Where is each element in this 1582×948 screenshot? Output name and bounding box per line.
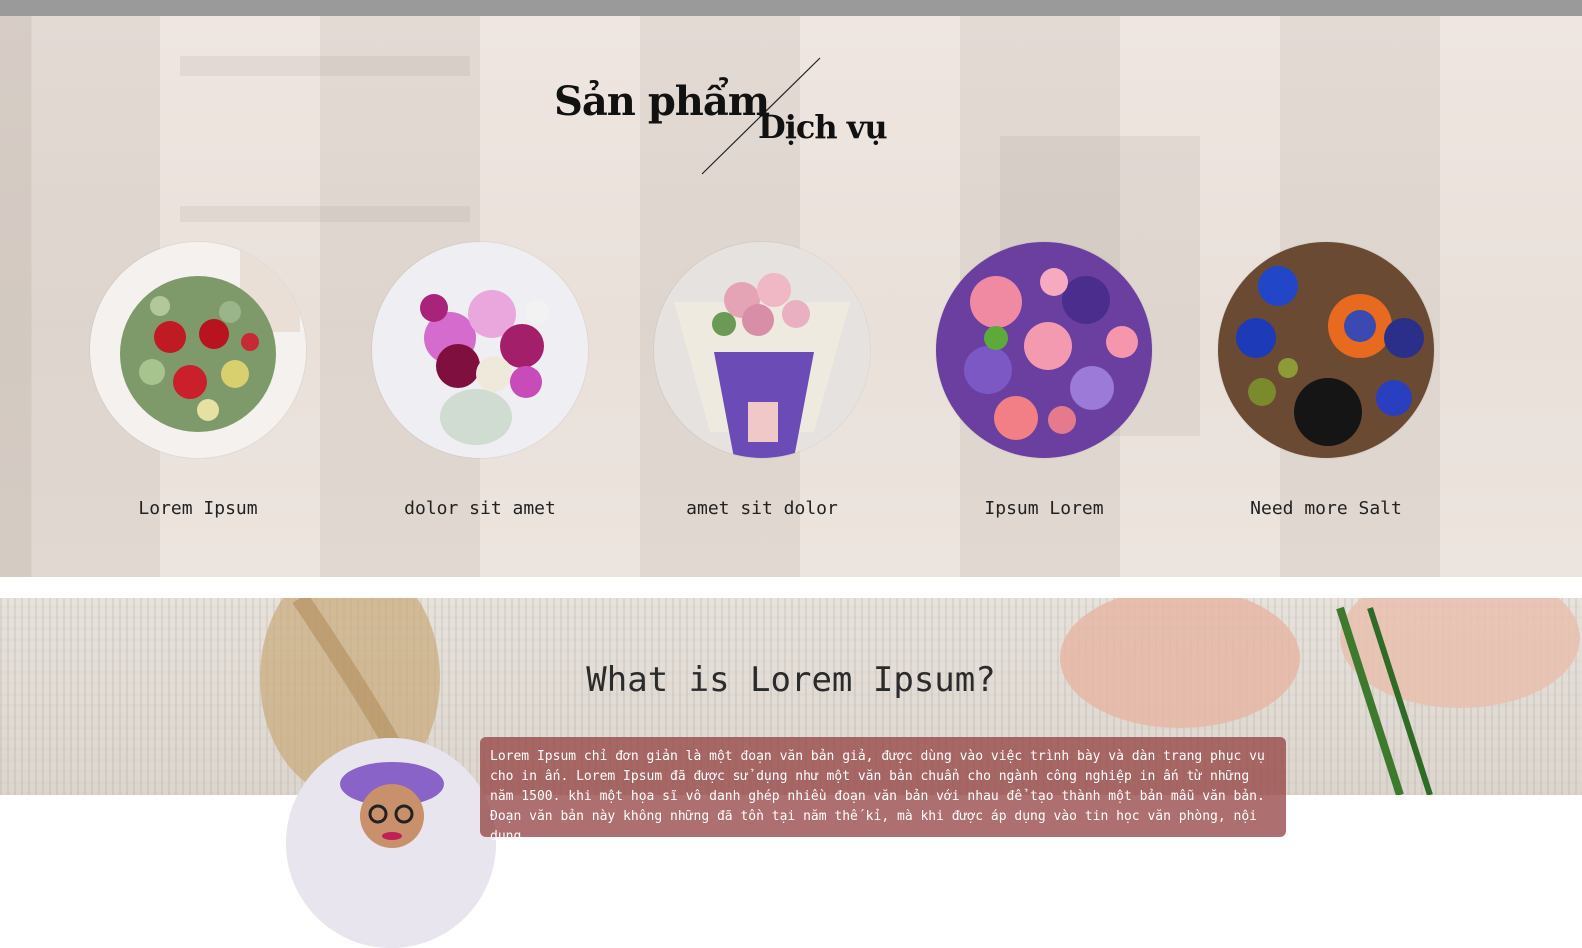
product-card[interactable]: dolor sit amet — [370, 242, 590, 542]
title-services: Dịch vụ — [758, 108, 888, 146]
product-card[interactable]: Need more Salt — [1216, 242, 1436, 542]
product-card[interactable]: Ipsum Lorem — [934, 242, 1154, 542]
product-label[interactable]: amet sit dolor — [612, 498, 912, 519]
product-label[interactable]: Lorem Ipsum — [48, 498, 348, 519]
product-label[interactable]: Need more Salt — [1176, 498, 1476, 519]
top-bar — [0, 0, 1582, 16]
product-label[interactable]: dolor sit amet — [330, 498, 630, 519]
product-image[interactable] — [936, 242, 1152, 458]
product-image[interactable] — [372, 242, 588, 458]
product-image[interactable] — [1218, 242, 1434, 458]
products-section: Sản phẩm Dịch vụ Lorem Ipsum dolor sit a… — [0, 16, 1582, 577]
product-label[interactable]: Ipsum Lorem — [894, 498, 1194, 519]
product-card[interactable]: amet sit dolor — [652, 242, 872, 542]
about-paragraph: Lorem Ipsum chỉ đơn giản là một đoạn văn… — [490, 749, 1265, 844]
section-title: Sản phẩm Dịch vụ — [550, 56, 910, 186]
product-card[interactable]: Lorem Ipsum — [88, 242, 308, 542]
product-image[interactable] — [90, 242, 306, 458]
background-shelf — [180, 206, 470, 222]
about-title: What is Lorem Ipsum? — [586, 660, 996, 700]
background-shelf — [180, 56, 470, 76]
product-image[interactable] — [654, 242, 870, 458]
title-products: Sản phẩm — [554, 78, 770, 125]
about-text-box: Lorem Ipsum chỉ đơn giản là một đoạn văn… — [480, 737, 1286, 844]
author-avatar — [286, 738, 496, 948]
